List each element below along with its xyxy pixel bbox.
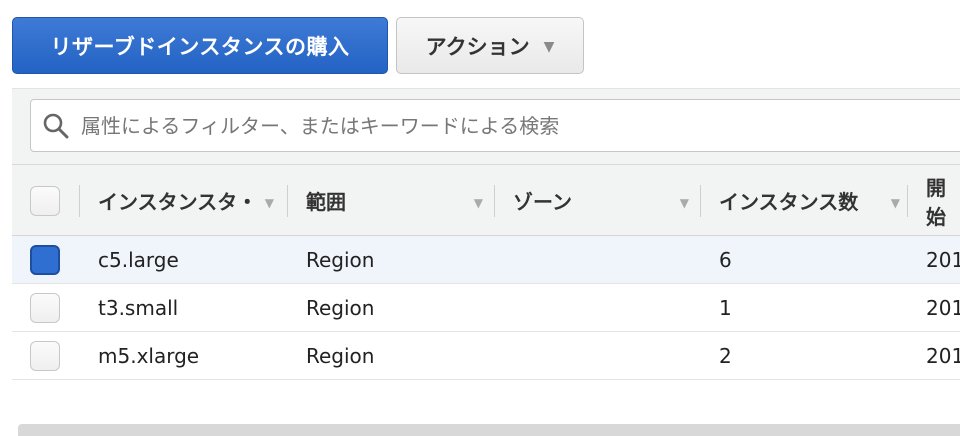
- column-header-zone[interactable]: ゾーン ▼: [495, 165, 701, 236]
- row-checkbox[interactable]: [30, 341, 60, 371]
- table-row[interactable]: t3.small Region 1 201: [12, 284, 960, 332]
- column-header-instance-type[interactable]: インスタンスタ・ ▼: [80, 165, 288, 236]
- search-box[interactable]: [30, 99, 960, 152]
- details-pane-divider[interactable]: [18, 424, 960, 436]
- search-input[interactable]: [81, 113, 881, 138]
- start-cell: 201: [926, 296, 960, 320]
- column-header-instance-count[interactable]: インスタンス数 ▼: [701, 165, 908, 236]
- filter-bar: [12, 89, 960, 165]
- actions-label: アクション: [425, 34, 530, 59]
- instance-type-cell: t3.small: [98, 296, 179, 320]
- reserved-instances-panel: インスタンスタ・ ▼ 範囲 ▼ ゾーン ▼ インスタンス数 ▼ 開始 c5.la…: [12, 88, 960, 418]
- search-icon: [31, 112, 81, 140]
- column-header-label: インスタンスタ・: [98, 190, 258, 214]
- column-header-scope[interactable]: 範囲 ▼: [288, 165, 495, 236]
- table-row[interactable]: m5.xlarge Region 2 201: [12, 332, 960, 380]
- instance-type-cell: c5.large: [98, 248, 179, 272]
- sort-icon: ▼: [679, 196, 689, 210]
- scope-cell: Region: [306, 248, 375, 272]
- instance-type-cell: m5.xlarge: [98, 344, 200, 368]
- start-cell: 201: [926, 344, 960, 368]
- column-header-label: 開始: [926, 175, 946, 229]
- row-checkbox[interactable]: [30, 245, 60, 275]
- scope-cell: Region: [306, 296, 375, 320]
- purchase-reserved-instances-button[interactable]: リザーブドインスタンスの購入: [12, 17, 388, 74]
- row-checkbox[interactable]: [30, 293, 60, 323]
- column-header-start[interactable]: 開始: [908, 165, 960, 236]
- start-cell: 201: [926, 248, 960, 272]
- table-row[interactable]: c5.large Region 6 201: [12, 236, 960, 284]
- column-header-label: 範囲: [306, 190, 346, 214]
- column-header-label: ゾーン: [513, 190, 572, 214]
- instance-count-cell: 6: [719, 248, 732, 272]
- instance-count-cell: 1: [719, 296, 732, 320]
- sort-icon: ▼: [264, 196, 274, 210]
- sort-icon: ▼: [890, 196, 900, 210]
- select-all-checkbox[interactable]: [30, 185, 60, 216]
- chevron-down-icon: ▼: [543, 38, 555, 55]
- table-header: インスタンスタ・ ▼ 範囲 ▼ ゾーン ▼ インスタンス数 ▼ 開始: [12, 165, 960, 236]
- column-header-label: インスタンス数: [719, 190, 859, 214]
- actions-dropdown-button[interactable]: アクション ▼: [396, 17, 584, 74]
- scope-cell: Region: [306, 344, 375, 368]
- sort-icon: ▼: [473, 196, 483, 210]
- instance-count-cell: 2: [719, 344, 732, 368]
